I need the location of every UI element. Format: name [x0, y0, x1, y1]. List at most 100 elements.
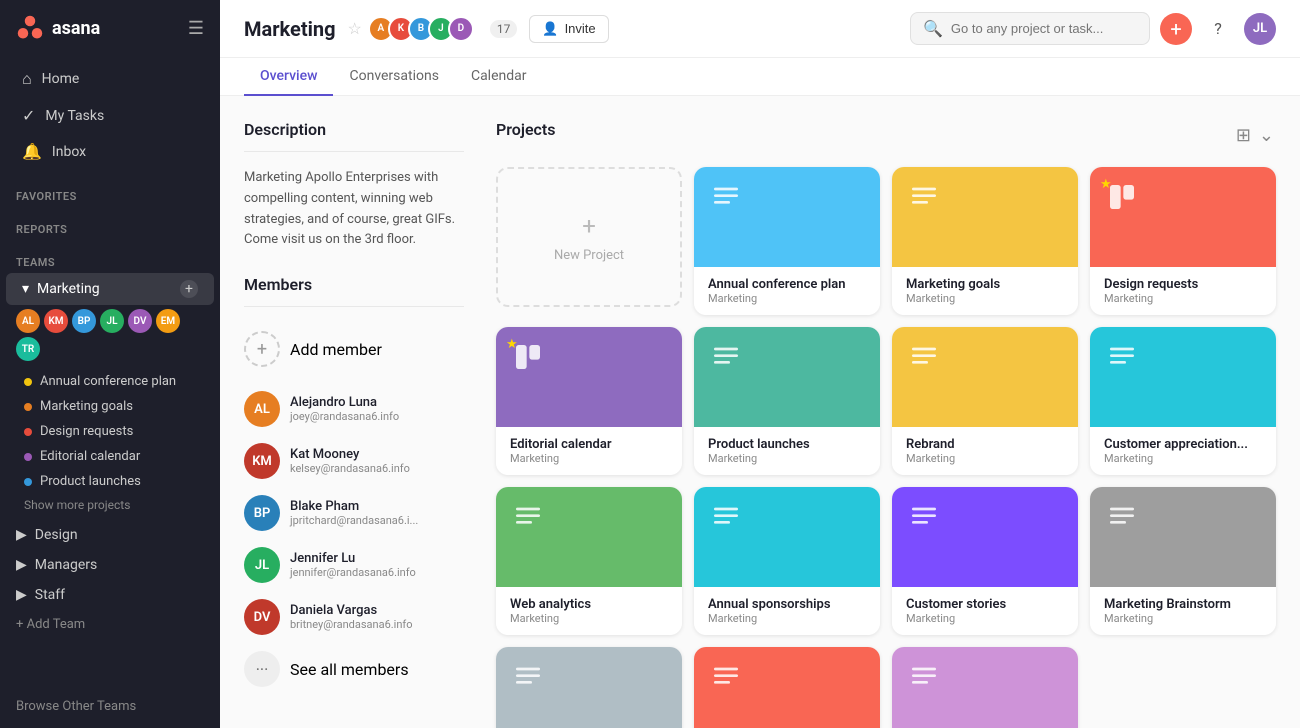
project-card-name: Editorial calendar [510, 437, 668, 452]
avatar-jennifer: JL [244, 547, 280, 583]
avatar: AL [16, 309, 40, 333]
projects-title: Projects [496, 120, 556, 139]
search-bar[interactable]: 🔍 [910, 12, 1150, 45]
see-all-members-button[interactable]: ··· See all members [244, 643, 464, 695]
sidebar-nav: ⌂ Home ✓ My Tasks 🔔 Inbox [0, 56, 220, 174]
project-dot-goals [24, 403, 32, 411]
member-name: Jennifer Lu [290, 551, 416, 566]
project-card-team: Marketing [906, 452, 1064, 465]
project-card-extra3[interactable]: Marketing [892, 647, 1078, 728]
left-panel: Description Marketing Apollo Enterprises… [244, 120, 464, 704]
member-email: jpritchard@randasana6.i... [290, 514, 418, 527]
avatar: BP [72, 309, 96, 333]
sidebar-project-editorial-label: Editorial calendar [40, 449, 140, 464]
add-task-button[interactable]: + [1160, 13, 1192, 45]
member-item-jennifer[interactable]: JL Jennifer Lu jennifer@randasana6.info [244, 539, 464, 591]
project-card-brainstorm[interactable]: Marketing Brainstorm Marketing [1090, 487, 1276, 635]
sidebar-item-my-tasks[interactable]: ✓ My Tasks [6, 98, 214, 133]
sidebar-project-editorial[interactable]: Editorial calendar [0, 444, 220, 469]
avatar-kat: KM [244, 443, 280, 479]
sidebar-item-inbox[interactable]: 🔔 Inbox [6, 134, 214, 169]
sidebar-project-design-label: Design requests [40, 424, 133, 439]
sidebar-team-marketing[interactable]: ▾ Marketing + [6, 273, 214, 305]
sidebar-item-inbox-label: Inbox [52, 144, 86, 160]
project-card-web-analytics[interactable]: Web analytics Marketing [496, 487, 682, 635]
avatar: DV [128, 309, 152, 333]
list-icon [1106, 501, 1138, 540]
chevron-right-icon: ▶ [16, 557, 27, 573]
sidebar-project-goals[interactable]: Marketing goals [0, 394, 220, 419]
description-text: Marketing Apollo Enterprises with compel… [244, 168, 464, 251]
project-card-annual[interactable]: Annual conference plan Marketing [694, 167, 880, 315]
member-item-daniela[interactable]: DV Daniela Vargas britney@randasana6.inf… [244, 591, 464, 643]
member-name: Kat Mooney [290, 447, 410, 462]
search-icon: 🔍 [923, 19, 943, 38]
tabs: Overview Conversations Calendar [220, 58, 1300, 96]
project-card-extra1[interactable]: Marketing [496, 647, 682, 728]
avatar: JL [100, 309, 124, 333]
add-team-button[interactable]: + Add Team [0, 610, 220, 639]
favorites-section-label: Favorites [0, 174, 220, 207]
project-card-product-launches[interactable]: Product launches Marketing [694, 327, 880, 475]
sidebar-project-annual[interactable]: Annual conference plan [0, 369, 220, 394]
add-member-button[interactable]: + Add member [244, 323, 464, 375]
help-button[interactable]: ? [1202, 13, 1234, 45]
project-card-editorial[interactable]: ★ Editorial calendar Marketing [496, 327, 682, 475]
sidebar-team-marketing-label: Marketing [37, 281, 100, 297]
project-card-customer-stories[interactable]: Customer stories Marketing [892, 487, 1078, 635]
project-card-team: Marketing [708, 292, 866, 305]
browse-other-teams-button[interactable]: Browse Other Teams [0, 685, 220, 728]
add-member-label: Add member [290, 340, 382, 359]
project-card-customer-appreciation[interactable]: Customer appreciation... Marketing [1090, 327, 1276, 475]
new-project-card[interactable]: + New Project [496, 167, 682, 307]
project-card-annual-sponsorships[interactable]: Annual sponsorships Marketing [694, 487, 880, 635]
main: Marketing ☆ A K B J D 17 👤 Invite 🔍 + ? … [220, 0, 1300, 728]
projects-panel: Projects ⊞ ⌄ + New Project [496, 120, 1276, 704]
tab-overview[interactable]: Overview [244, 58, 333, 96]
project-card-team: Marketing [906, 612, 1064, 625]
list-icon [908, 341, 940, 380]
invite-button[interactable]: 👤 Invite [529, 15, 608, 43]
sidebar-team-managers[interactable]: ▶ Managers [0, 550, 220, 580]
add-project-button[interactable]: + [180, 280, 198, 298]
tab-calendar[interactable]: Calendar [455, 58, 543, 96]
sidebar-project-annual-label: Annual conference plan [40, 374, 176, 389]
sidebar-project-product[interactable]: Product launches [0, 469, 220, 494]
project-card-rebrand[interactable]: Rebrand Marketing [892, 327, 1078, 475]
grid-view-button[interactable]: ⊞ [1234, 123, 1253, 148]
invite-label: Invite [565, 21, 596, 36]
user-avatar[interactable]: JL [1244, 13, 1276, 45]
member-email: britney@randasana6.info [290, 618, 413, 631]
avatar: TR [16, 337, 40, 361]
member-email: jennifer@randasana6.info [290, 566, 416, 579]
member-item-blake[interactable]: BP Blake Pham jpritchard@randasana6.i... [244, 487, 464, 539]
tab-conversations[interactable]: Conversations [333, 58, 454, 96]
project-card-extra2[interactable]: Marketing [694, 647, 880, 728]
sidebar-team-managers-label: Managers [35, 557, 97, 573]
asana-logo-text: asana [52, 18, 100, 39]
project-card-goals[interactable]: Marketing goals Marketing [892, 167, 1078, 315]
sidebar-item-home[interactable]: ⌂ Home [6, 61, 214, 97]
project-dot-product [24, 478, 32, 486]
sidebar-team-design-label: Design [35, 527, 78, 543]
member-name: Alejandro Luna [290, 395, 399, 410]
sidebar-project-design[interactable]: Design requests [0, 419, 220, 444]
star-icon[interactable]: ☆ [348, 19, 362, 38]
see-all-label: See all members [290, 660, 409, 679]
search-input[interactable] [951, 21, 1137, 36]
asana-logo[interactable]: asana [16, 14, 100, 42]
chevron-right-icon: ▶ [16, 527, 27, 543]
sidebar-team-staff[interactable]: ▶ Staff [0, 580, 220, 610]
team-avatars: AL KM BP JL DV EM TR [0, 305, 220, 369]
page-title: Marketing [244, 17, 336, 41]
sidebar-toggle-button[interactable]: ☰ [188, 18, 204, 39]
project-card-team: Marketing [1104, 292, 1262, 305]
member-item-alejandro[interactable]: AL Alejandro Luna joey@randasana6.info [244, 383, 464, 435]
project-card-design[interactable]: ★ Design requests Marketing [1090, 167, 1276, 315]
member-item-kat[interactable]: KM Kat Mooney kelsey@randasana6.info [244, 435, 464, 487]
grid-expand-button[interactable]: ⌄ [1257, 123, 1276, 148]
bell-icon: 🔔 [22, 142, 42, 161]
show-more-projects[interactable]: Show more projects [0, 494, 220, 520]
project-dot-editorial [24, 453, 32, 461]
sidebar-team-design[interactable]: ▶ Design [0, 520, 220, 550]
